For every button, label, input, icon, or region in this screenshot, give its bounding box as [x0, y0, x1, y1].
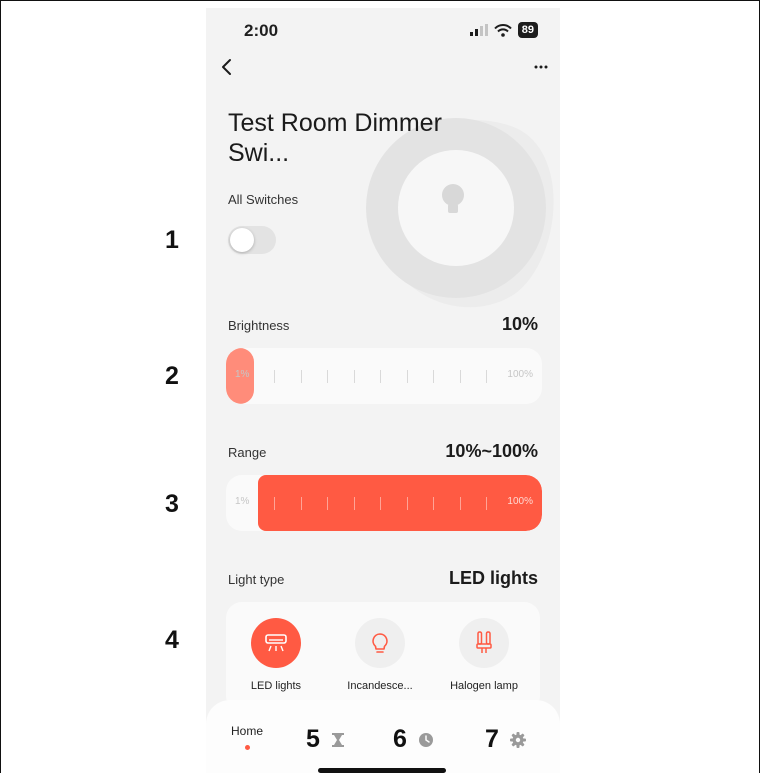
light-type-value: LED lights: [449, 568, 538, 588]
annotation-4: 4: [165, 626, 179, 654]
light-type-selector: LED lights Incandesce... Halogen lamp: [226, 602, 540, 712]
slider-tick: [486, 497, 487, 510]
frame-left-border: [0, 0, 1, 773]
annotation-7: 7: [485, 725, 499, 753]
slider-tick: [380, 497, 381, 510]
gear-icon: [510, 732, 526, 748]
tab-home-label: Home: [230, 724, 263, 738]
slider-tick: [300, 497, 302, 510]
cellular-signal-icon: [469, 24, 488, 36]
bottom-tab-bar: Home: [206, 700, 560, 773]
more-dots-icon: [534, 65, 548, 69]
slider-tick: [433, 370, 434, 383]
brightness-label: Brightness: [228, 318, 290, 333]
clock-icon: [419, 733, 433, 747]
status-icons: 89: [469, 22, 538, 38]
range-min-label: 1%: [235, 496, 250, 507]
battery-indicator: 89: [517, 22, 538, 38]
hourglass-icon: [332, 733, 344, 747]
halogen-lamp-icon: [476, 631, 492, 653]
annotation-3: 3: [165, 490, 179, 518]
annotation-2: 2: [165, 362, 179, 390]
slider-tick: [433, 497, 434, 510]
slider-tick: [327, 497, 328, 510]
led-light-icon: [265, 634, 287, 652]
brightness-min-label: 1%: [235, 369, 250, 380]
slider-tick: [300, 370, 302, 383]
all-switches-label: All Switches: [228, 192, 299, 207]
bulb-icon: [372, 633, 388, 653]
brightness-max-label: 100%: [507, 369, 533, 380]
all-switches-toggle[interactable]: [228, 226, 276, 254]
light-type-option-label: LED lights: [250, 680, 302, 692]
light-type-option-led[interactable]: LED lights: [226, 618, 326, 692]
back-button[interactable]: [216, 54, 246, 80]
home-indicator: [318, 768, 446, 773]
tab-timer[interactable]: [331, 732, 345, 753]
annotation-6: 6: [393, 725, 407, 753]
range-value: 10%~100%: [445, 441, 538, 461]
wifi-icon: [494, 23, 512, 37]
status-time: 2:00: [244, 21, 279, 40]
slider-tick: [406, 497, 408, 510]
brightness-slider[interactable]: 1% 100%: [226, 348, 542, 404]
range-label: Range: [228, 445, 267, 460]
active-tab-dot: [244, 745, 250, 750]
annotation-5: 5: [306, 725, 320, 753]
range-slider[interactable]: 1% 100%: [226, 475, 542, 531]
more-options-button[interactable]: [520, 54, 550, 80]
status-bar: 2:00 89: [206, 8, 560, 48]
slider-tick: [274, 370, 275, 383]
phone-screen: 2:00 89 Test Room Dimmer Swi... All Swit…: [206, 8, 560, 773]
chevron-left-icon: [222, 59, 231, 75]
frame-top-border: [0, 0, 760, 1]
light-type-label: Light type: [228, 572, 285, 587]
tab-settings[interactable]: [510, 732, 526, 753]
light-type-option-incandescent[interactable]: Incandesce...: [330, 618, 430, 692]
slider-tick: [274, 497, 275, 510]
tab-home[interactable]: Home: [228, 724, 266, 750]
device-title: Test Room Dimmer Swi...: [228, 109, 442, 167]
brightness-value: 10%: [501, 314, 538, 334]
slider-tick: [459, 497, 461, 510]
light-type-option-label: Halogen lamp: [450, 680, 518, 692]
tab-schedule[interactable]: [418, 732, 434, 753]
slider-tick: [327, 370, 328, 383]
light-type-option-label: Incandesce...: [347, 680, 413, 692]
slider-tick: [353, 497, 355, 510]
slider-tick: [380, 370, 381, 383]
range-max-label: 100%: [507, 496, 533, 507]
slider-tick: [459, 370, 461, 383]
slider-tick: [406, 370, 408, 383]
slider-tick: [486, 370, 487, 383]
slider-tick: [353, 370, 355, 383]
toggle-knob: [230, 228, 254, 252]
annotation-1: 1: [165, 226, 179, 254]
light-type-option-halogen[interactable]: Halogen lamp: [434, 618, 534, 692]
